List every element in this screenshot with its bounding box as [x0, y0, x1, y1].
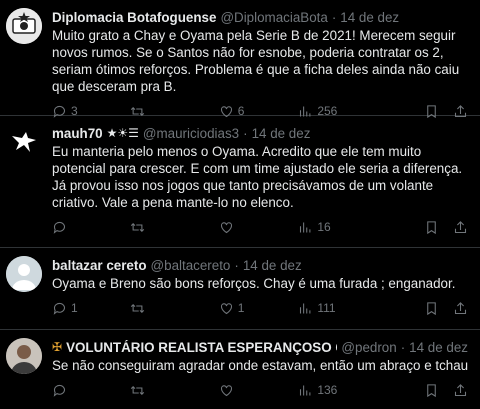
tweet-date[interactable]: 14 de dez: [252, 126, 311, 141]
tweet[interactable]: baltazar cereto @baltacereto · 14 de dez…: [0, 248, 480, 330]
view-count: 136: [317, 383, 338, 397]
reply-icon: [53, 302, 66, 315]
tweet-header: ✠ VOLUNTÁRIO REALISTA ESPERANÇOSO GLO @p…: [52, 338, 468, 356]
author-name[interactable]: VOLUNTÁRIO REALISTA ESPERANÇOSO GLO: [66, 340, 337, 355]
avatar[interactable]: [6, 124, 42, 160]
views-button[interactable]: 16: [298, 220, 412, 235]
avatar[interactable]: [6, 256, 42, 292]
action-bar: 16: [52, 211, 468, 243]
author-handle[interactable]: @pedron: [341, 340, 396, 355]
tweet-text: Oyama e Breno são bons reforços. Chay é …: [52, 276, 456, 291]
reply-button[interactable]: [52, 220, 130, 235]
star-badge-icon: ★☀︎☰: [106, 126, 139, 140]
share-icon: [454, 383, 467, 396]
like-button[interactable]: [219, 383, 299, 398]
flag-icon: ✠: [52, 340, 63, 354]
views-button[interactable]: 136: [298, 383, 412, 398]
like-button[interactable]: 1: [219, 301, 299, 316]
author-handle[interactable]: @baltacereto: [151, 258, 231, 273]
retweet-icon: [130, 385, 144, 395]
view-count: 111: [317, 301, 336, 315]
share-icon: [454, 220, 467, 233]
author-name[interactable]: Diplomacia Botafoguense: [52, 10, 216, 25]
heart-icon: [220, 384, 232, 396]
like-count: 1: [237, 301, 245, 315]
bookmark-icon: [427, 220, 436, 234]
tweet-text: Eu manteria pelo menos o Oyama. Acredito…: [52, 144, 463, 210]
share-icon: [454, 301, 467, 314]
bookmark-button[interactable]: [424, 301, 439, 316]
separator-dot: ·: [331, 9, 337, 25]
action-bar: 1 1 111: [52, 292, 468, 324]
retweet-icon: [130, 222, 144, 232]
views-icon: [300, 303, 311, 313]
view-count: 16: [317, 220, 331, 234]
bookmark-button[interactable]: [424, 220, 439, 235]
author-name[interactable]: baltazar cereto: [52, 258, 147, 273]
reply-button[interactable]: 1: [52, 301, 130, 316]
action-bar: 136: [52, 374, 468, 406]
retweet-button[interactable]: [130, 220, 219, 235]
tweet-date[interactable]: 14 de dez: [340, 10, 399, 25]
heart-icon: [220, 221, 232, 233]
author-handle[interactable]: @mauriciodias3: [143, 126, 239, 141]
default-person-icon: [6, 256, 42, 292]
like-button[interactable]: [219, 220, 299, 235]
retweet-button[interactable]: [130, 383, 219, 398]
separator-dot: ·: [400, 339, 406, 355]
reply-icon: [53, 384, 66, 397]
views-icon: [300, 222, 311, 232]
reply-icon: [53, 221, 66, 234]
tweet-header: Diplomacia Botafoguense @DiplomaciaBota …: [52, 8, 468, 26]
tweet-text: Muito grato a Chay e Oyama pela Serie B …: [52, 28, 460, 94]
bookmark-icon: [427, 383, 436, 397]
tweet-header: mauh70 ★☀︎☰ @mauriciodias3 · 14 de dez: [52, 124, 468, 142]
separator-dot: ·: [243, 125, 248, 141]
views-button[interactable]: 111: [298, 301, 412, 316]
author-name[interactable]: mauh70: [52, 126, 103, 141]
person-photo-icon: [6, 338, 42, 374]
tweet-date[interactable]: 14 de dez: [409, 340, 468, 355]
tweet-header: baltazar cereto @baltacereto · 14 de dez: [52, 256, 468, 274]
reply-button[interactable]: [52, 383, 130, 398]
reply-count: 1: [71, 301, 78, 315]
share-button[interactable]: [453, 301, 468, 316]
author-handle[interactable]: @DiplomaciaBota: [220, 10, 327, 25]
avatar[interactable]: [6, 8, 42, 44]
tweet[interactable]: mauh70 ★☀︎☰ @mauriciodias3 · 14 de dez E…: [0, 116, 480, 248]
tweet-date[interactable]: 14 de dez: [243, 258, 302, 273]
tweet[interactable]: Diplomacia Botafoguense @DiplomaciaBota …: [0, 0, 480, 118]
share-button[interactable]: [453, 383, 468, 398]
bookmark-icon: [427, 301, 436, 315]
avatar[interactable]: [6, 338, 42, 374]
bookmark-button[interactable]: [424, 383, 439, 398]
views-icon: [300, 385, 311, 395]
retweet-button[interactable]: [130, 301, 219, 316]
retweet-icon: [130, 303, 144, 313]
separator-dot: ·: [234, 257, 239, 273]
star-badge-icon: [6, 8, 42, 44]
heart-icon: [220, 302, 232, 314]
tweet-text: Se não conseguiram agradar onde estavam,…: [52, 358, 468, 373]
bird-logo-icon: [6, 124, 42, 160]
tweet[interactable]: ✠ VOLUNTÁRIO REALISTA ESPERANÇOSO GLO @p…: [0, 330, 480, 409]
share-button[interactable]: [453, 220, 468, 235]
